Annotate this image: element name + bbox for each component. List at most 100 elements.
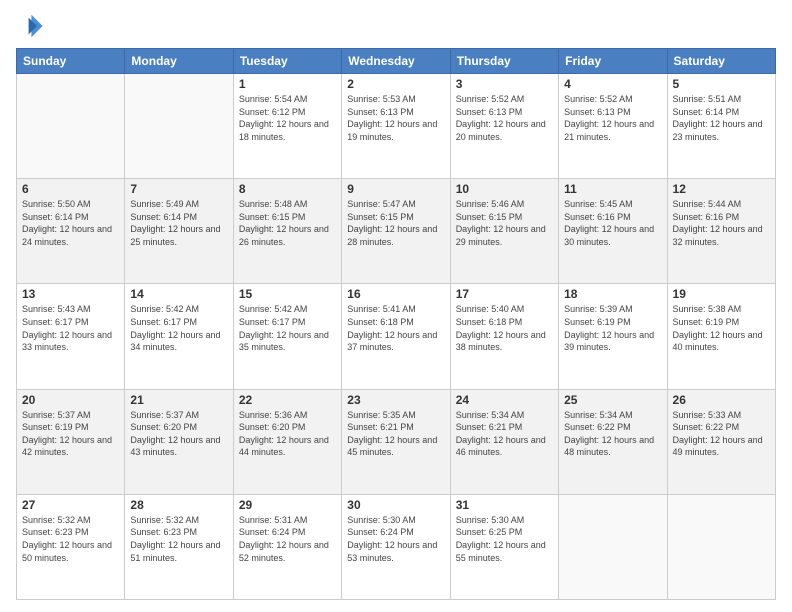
calendar-cell: 25 Sunrise: 5:34 AM Sunset: 6:22 PM Dayli… [559,389,667,494]
calendar-cell: 7 Sunrise: 5:49 AM Sunset: 6:14 PM Daylig… [125,179,233,284]
calendar-cell: 27 Sunrise: 5:32 AM Sunset: 6:23 PM Dayli… [17,494,125,599]
day-number: 17 [456,287,553,301]
calendar-cell: 10 Sunrise: 5:46 AM Sunset: 6:15 PM Dayli… [450,179,558,284]
day-info: Sunrise: 5:31 AM Sunset: 6:24 PM Dayligh… [239,514,336,564]
day-number: 11 [564,182,661,196]
calendar-cell: 15 Sunrise: 5:42 AM Sunset: 6:17 PM Dayli… [233,284,341,389]
calendar-cell: 14 Sunrise: 5:42 AM Sunset: 6:17 PM Dayli… [125,284,233,389]
day-number: 30 [347,498,444,512]
calendar-cell: 17 Sunrise: 5:40 AM Sunset: 6:18 PM Dayli… [450,284,558,389]
calendar-cell: 19 Sunrise: 5:38 AM Sunset: 6:19 PM Dayli… [667,284,775,389]
calendar-cell: 13 Sunrise: 5:43 AM Sunset: 6:17 PM Dayli… [17,284,125,389]
day-info: Sunrise: 5:47 AM Sunset: 6:15 PM Dayligh… [347,198,444,248]
calendar-cell: 6 Sunrise: 5:50 AM Sunset: 6:14 PM Daylig… [17,179,125,284]
day-number: 13 [22,287,119,301]
calendar-week-row: 1Sunrise: 5:54 AM Sunset: 6:12 PM Daylig… [17,74,776,179]
calendar-week-row: 27 Sunrise: 5:32 AM Sunset: 6:23 PM Dayli… [17,494,776,599]
day-info: Sunrise: 5:44 AM Sunset: 6:16 PM Dayligh… [673,198,770,248]
weekday-header-wednesday: Wednesday [342,49,450,74]
day-number: 10 [456,182,553,196]
day-number: 27 [22,498,119,512]
day-number: 20 [22,393,119,407]
calendar-cell: 3 Sunrise: 5:52 AM Sunset: 6:13 PM Daylig… [450,74,558,179]
calendar-header-row: SundayMondayTuesdayWednesdayThursdayFrid… [17,49,776,74]
day-number: 9 [347,182,444,196]
calendar-cell [559,494,667,599]
calendar-cell: 9 Sunrise: 5:47 AM Sunset: 6:15 PM Daylig… [342,179,450,284]
day-info: Sunrise: 5:30 AM Sunset: 6:24 PM Dayligh… [347,514,444,564]
calendar-cell: 28 Sunrise: 5:32 AM Sunset: 6:23 PM Dayli… [125,494,233,599]
day-number: 3 [456,77,553,91]
day-number: 23 [347,393,444,407]
calendar-cell: 23 Sunrise: 5:35 AM Sunset: 6:21 PM Dayli… [342,389,450,494]
day-number: 7 [130,182,227,196]
day-info: Sunrise: 5:32 AM Sunset: 6:23 PM Dayligh… [130,514,227,564]
day-info: Sunrise: 5:36 AM Sunset: 6:20 PM Dayligh… [239,409,336,459]
calendar-cell [667,494,775,599]
day-info: Sunrise: 5:37 AM Sunset: 6:20 PM Dayligh… [130,409,227,459]
calendar-cell: 8 Sunrise: 5:48 AM Sunset: 6:15 PM Daylig… [233,179,341,284]
calendar-cell: 5 Sunrise: 5:51 AM Sunset: 6:14 PM Daylig… [667,74,775,179]
calendar-cell: 24 Sunrise: 5:34 AM Sunset: 6:21 PM Dayli… [450,389,558,494]
day-info: Sunrise: 5:52 AM Sunset: 6:13 PM Dayligh… [456,93,553,143]
day-info: Sunrise: 5:49 AM Sunset: 6:14 PM Dayligh… [130,198,227,248]
weekday-header-saturday: Saturday [667,49,775,74]
calendar-week-row: 13 Sunrise: 5:43 AM Sunset: 6:17 PM Dayli… [17,284,776,389]
day-number: 12 [673,182,770,196]
day-info: Sunrise: 5:42 AM Sunset: 6:17 PM Dayligh… [130,303,227,353]
weekday-header-sunday: Sunday [17,49,125,74]
day-info: Sunrise: 5:40 AM Sunset: 6:18 PM Dayligh… [456,303,553,353]
day-number: 14 [130,287,227,301]
day-info: Sunrise: 5:50 AM Sunset: 6:14 PM Dayligh… [22,198,119,248]
day-number: 5 [673,77,770,91]
day-info: Sunrise: 5:37 AM Sunset: 6:19 PM Dayligh… [22,409,119,459]
calendar-cell: 22 Sunrise: 5:36 AM Sunset: 6:20 PM Dayli… [233,389,341,494]
day-number: 18 [564,287,661,301]
day-number: 16 [347,287,444,301]
day-info: Sunrise: 5:35 AM Sunset: 6:21 PM Dayligh… [347,409,444,459]
day-info: Sunrise: 5:34 AM Sunset: 6:21 PM Dayligh… [456,409,553,459]
day-number: 25 [564,393,661,407]
day-number: 28 [130,498,227,512]
day-info: Sunrise: 5:32 AM Sunset: 6:23 PM Dayligh… [22,514,119,564]
day-number: 4 [564,77,661,91]
calendar-week-row: 20 Sunrise: 5:37 AM Sunset: 6:19 PM Dayli… [17,389,776,494]
day-info: Sunrise: 5:34 AM Sunset: 6:22 PM Dayligh… [564,409,661,459]
weekday-header-friday: Friday [559,49,667,74]
weekday-header-thursday: Thursday [450,49,558,74]
calendar-cell: 18Sunrise: 5:39 AM Sunset: 6:19 PM Dayli… [559,284,667,389]
day-info: Sunrise: 5:48 AM Sunset: 6:15 PM Dayligh… [239,198,336,248]
day-info: Sunrise: 5:45 AM Sunset: 6:16 PM Dayligh… [564,198,661,248]
calendar-cell: 20 Sunrise: 5:37 AM Sunset: 6:19 PM Dayli… [17,389,125,494]
calendar-cell [125,74,233,179]
day-number: 1 [239,77,336,91]
day-number: 6 [22,182,119,196]
calendar-table: SundayMondayTuesdayWednesdayThursdayFrid… [16,48,776,600]
day-info: Sunrise: 5:43 AM Sunset: 6:17 PM Dayligh… [22,303,119,353]
calendar-cell: 11 Sunrise: 5:45 AM Sunset: 6:16 PM Dayli… [559,179,667,284]
calendar-week-row: 6 Sunrise: 5:50 AM Sunset: 6:14 PM Daylig… [17,179,776,284]
day-number: 26 [673,393,770,407]
day-info: Sunrise: 5:51 AM Sunset: 6:14 PM Dayligh… [673,93,770,143]
calendar-cell: 31 Sunrise: 5:30 AM Sunset: 6:25 PM Dayli… [450,494,558,599]
calendar-cell: 29 Sunrise: 5:31 AM Sunset: 6:24 PM Dayli… [233,494,341,599]
day-number: 8 [239,182,336,196]
page: SundayMondayTuesdayWednesdayThursdayFrid… [0,0,792,612]
day-number: 19 [673,287,770,301]
calendar-cell: 26Sunrise: 5:33 AM Sunset: 6:22 PM Dayli… [667,389,775,494]
day-number: 24 [456,393,553,407]
day-number: 15 [239,287,336,301]
calendar-cell: 1Sunrise: 5:54 AM Sunset: 6:12 PM Daylig… [233,74,341,179]
calendar-cell: 12 Sunrise: 5:44 AM Sunset: 6:16 PM Dayli… [667,179,775,284]
day-info: Sunrise: 5:38 AM Sunset: 6:19 PM Dayligh… [673,303,770,353]
calendar-cell [17,74,125,179]
day-info: Sunrise: 5:46 AM Sunset: 6:15 PM Dayligh… [456,198,553,248]
day-number: 29 [239,498,336,512]
day-info: Sunrise: 5:42 AM Sunset: 6:17 PM Dayligh… [239,303,336,353]
weekday-header-tuesday: Tuesday [233,49,341,74]
logo [16,12,48,40]
calendar-cell: 21Sunrise: 5:37 AM Sunset: 6:20 PM Dayli… [125,389,233,494]
day-number: 22 [239,393,336,407]
day-info: Sunrise: 5:30 AM Sunset: 6:25 PM Dayligh… [456,514,553,564]
day-number: 31 [456,498,553,512]
